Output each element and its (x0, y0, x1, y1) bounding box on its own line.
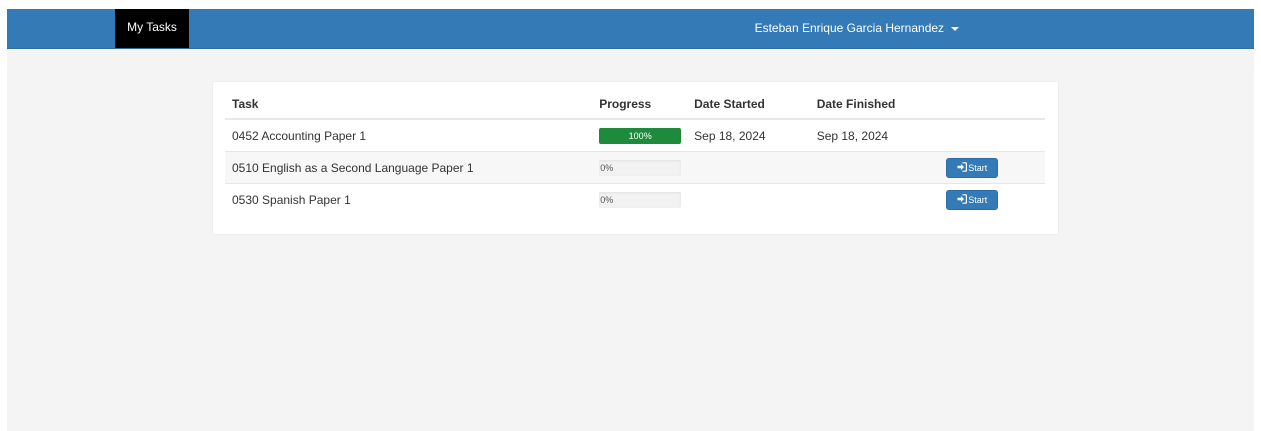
progress-bar: 0% (599, 159, 682, 176)
table-row: 0530 Spanish Paper 1 0% Start (225, 184, 1045, 216)
table-row: 0452 Accounting Paper 1 100% Sep 18, 202… (225, 119, 1045, 152)
tasks-panel: Task Progress Date Started Date Finished… (212, 81, 1059, 235)
header-date-finished: Date Finished (809, 90, 939, 120)
date-started (687, 184, 810, 216)
progress-bar: 0% (599, 191, 682, 208)
date-started: Sep 18, 2024 (687, 119, 810, 152)
task-name: 0452 Accounting Paper 1 (225, 119, 593, 152)
start-button-label: Start (968, 194, 988, 205)
caret-down-icon (951, 26, 960, 31)
task-name: 0510 English as a Second Language Paper … (225, 151, 593, 184)
progress-label: 0% (600, 194, 614, 205)
table-row: 0510 English as a Second Language Paper … (225, 151, 1045, 184)
header-task: Task (225, 90, 593, 120)
progress-cell: 100% (592, 119, 688, 152)
table-header-row: Task Progress Date Started Date Finished (225, 90, 1045, 120)
start-button[interactable]: Start (946, 157, 999, 178)
user-menu-dropdown[interactable]: Esteban Enrique Garcia Hernandez (707, 9, 1007, 48)
date-started (687, 151, 810, 184)
header-date-started: Date Started (687, 90, 810, 120)
start-button[interactable]: Start (946, 189, 999, 210)
app-window: My Tasks Esteban Enrique Garcia Hernande… (7, 9, 1254, 431)
tasks-table: Task Progress Date Started Date Finished… (225, 90, 1045, 215)
header-action (938, 90, 1045, 120)
progress-bar: 100% (599, 127, 682, 144)
action-cell (938, 119, 1045, 152)
header-progress: Progress (592, 90, 688, 120)
action-cell: Start (938, 151, 1045, 184)
user-name: Esteban Enrique Garcia Hernandez (754, 21, 945, 35)
date-finished (809, 151, 939, 184)
login-icon (957, 194, 968, 204)
date-finished: Sep 18, 2024 (809, 119, 939, 152)
progress-cell: 0% (592, 184, 687, 216)
top-navbar: My Tasks Esteban Enrique Garcia Hernande… (7, 9, 1254, 49)
start-button-label: Start (968, 162, 988, 173)
task-name: 0530 Spanish Paper 1 (232, 192, 351, 207)
my-tasks-link[interactable]: My Tasks (115, 9, 189, 48)
progress-cell: 0% (592, 151, 688, 184)
progress-label: 100% (628, 130, 652, 141)
brand-label: My Tasks (127, 20, 177, 34)
login-icon (957, 162, 968, 172)
progress-label: 0% (600, 162, 614, 173)
action-cell: Start (938, 184, 1045, 216)
date-finished (810, 184, 939, 216)
